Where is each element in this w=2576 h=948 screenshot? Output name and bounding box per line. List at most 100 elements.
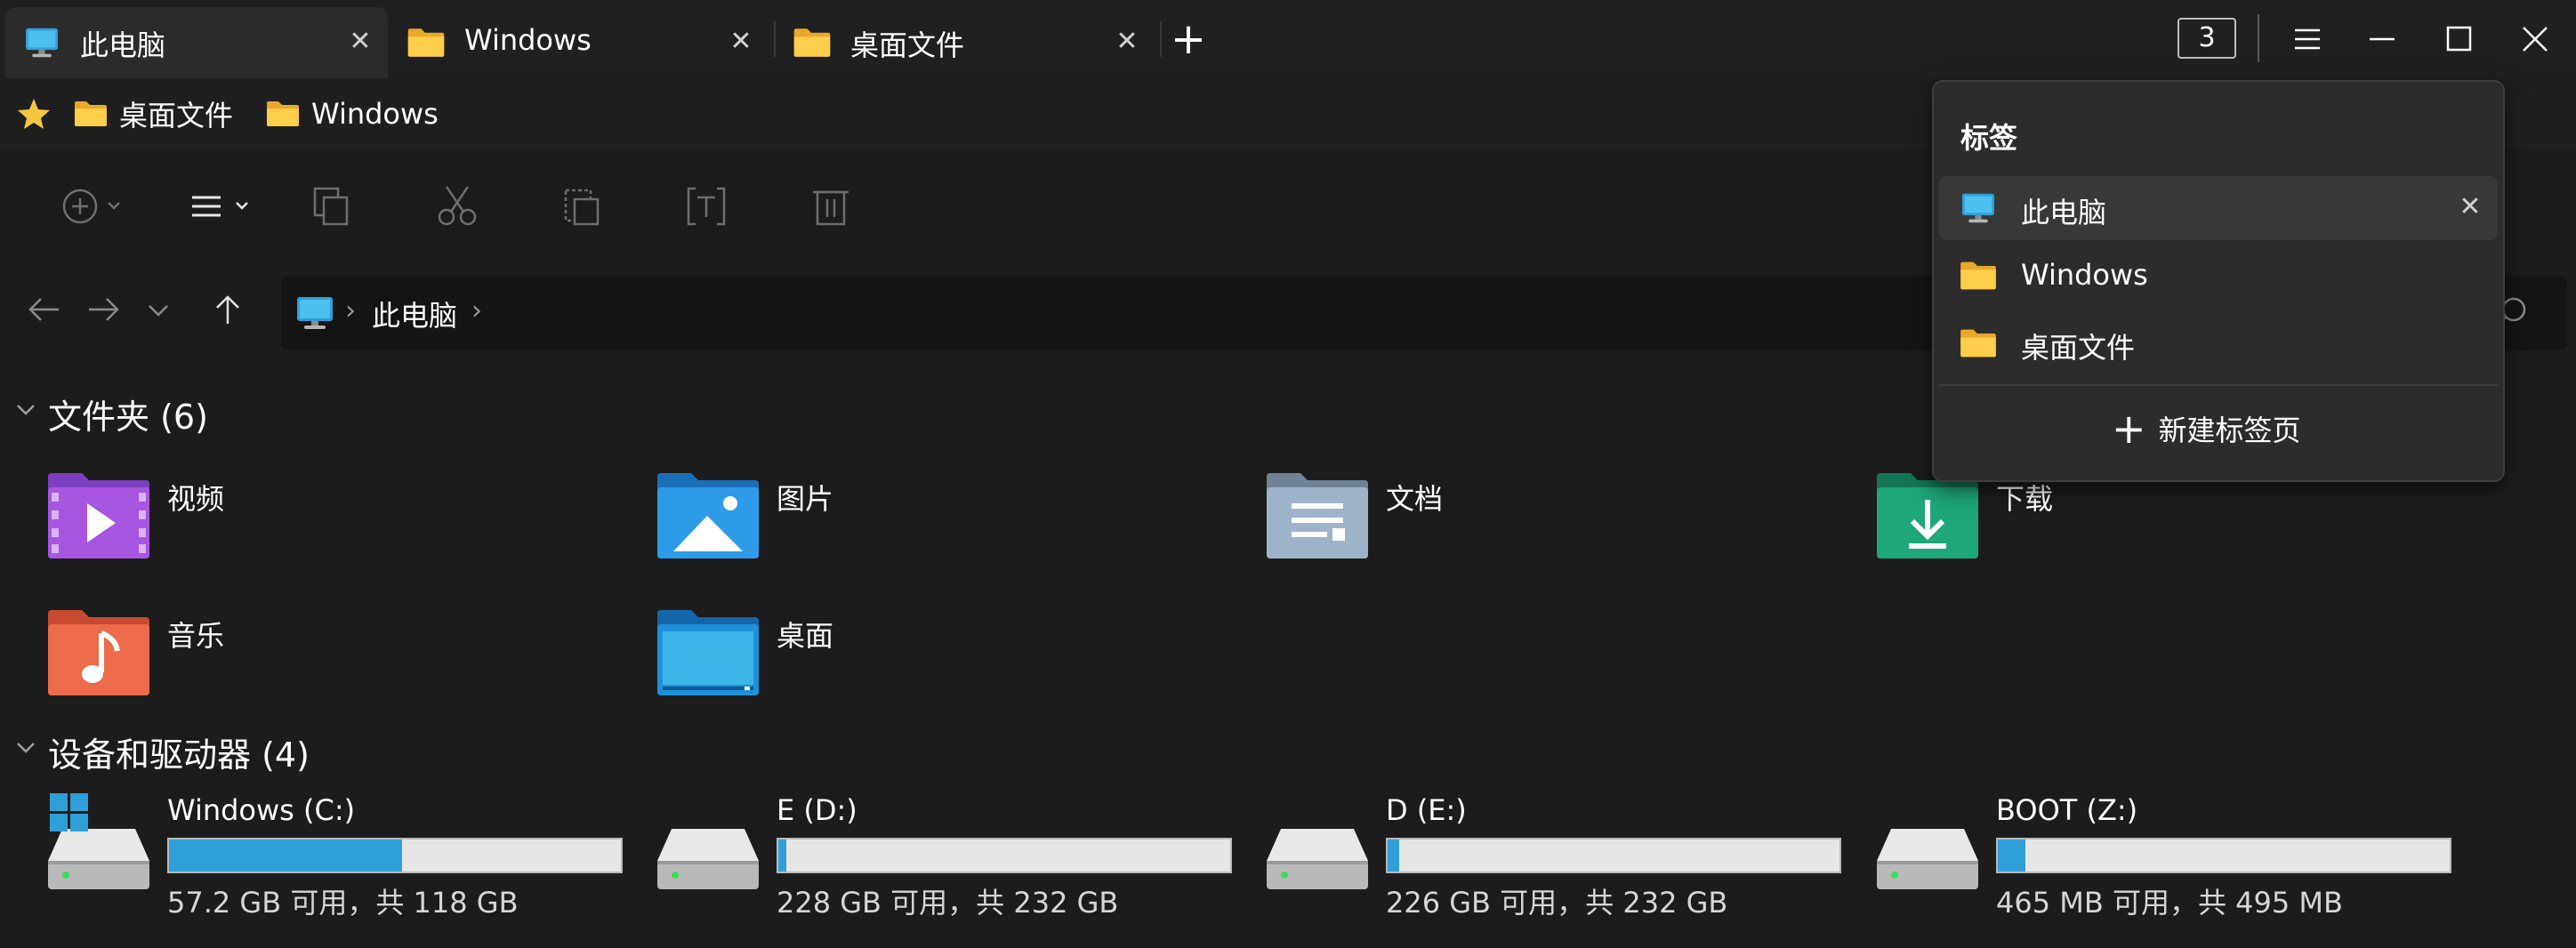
close-icon[interactable]: ✕ [1114,28,1140,55]
folder-pictures[interactable]: 图片 [656,471,1225,587]
flyout-tab-desktop-files[interactable]: 桌面文件 [1939,311,2498,375]
folder-videos[interactable]: 视频 [46,471,616,587]
tab-windows[interactable]: Windows ✕ [390,7,774,78]
drive-usage-fill [169,840,402,872]
flyout-divider [1939,384,2498,386]
close-icon[interactable]: ✕ [2457,194,2483,221]
folders-section-header[interactable]: 文件夹 (6) [0,386,356,437]
chevron-down-icon [17,405,35,415]
windows-logo-icon [50,793,88,832]
arrow-right-icon [89,298,119,321]
arrow-up-icon [216,295,239,324]
folder-name: 文档 [1386,482,1444,516]
drive-space-info: 226 GB 可用，共 232 GB [1386,886,1728,920]
new-item-button[interactable] [59,181,135,231]
breadcrumb-chevron: › [345,295,356,326]
close-icon[interactable]: ✕ [347,28,374,55]
drive-icon [48,829,149,889]
drive-usage-fill [1388,840,1399,872]
folder-desktop[interactable]: 桌面 [656,608,1225,724]
maximize-icon [2446,26,2472,52]
list-view-icon [192,196,248,217]
drive-name: E (D:) [777,793,857,827]
close-window-button[interactable] [2508,14,2562,64]
flyout-tab-windows[interactable]: Windows [1939,244,2498,308]
folder-name: 音乐 [167,619,225,653]
favorite-windows[interactable]: Windows [265,94,439,133]
folder-documents[interactable]: 文档 [1265,471,1834,587]
tab-label: 桌面文件 [850,28,965,62]
forward-button[interactable] [80,286,126,333]
tab-divider [1160,21,1162,57]
folder-downloads[interactable]: 下载 [1875,471,2444,587]
drive-tile[interactable]: BOOT (Z:) 465 MB 可用，共 495 MB [1875,793,2480,927]
drive-tile[interactable]: D (E:) 226 GB 可用，共 232 GB [1265,793,1870,927]
tab-count-button[interactable]: 3 [2178,18,2236,59]
flyout-tab-label: Windows [2021,258,2148,292]
chevron-down-icon [17,743,35,753]
drive-usage-bar [1996,838,2451,873]
star-icon [18,99,50,129]
monitor-icon [1959,192,1998,224]
drive-usage-bar [777,838,1232,873]
folder-name: 桌面 [777,619,834,653]
scissors-icon [438,186,477,226]
tab-this-pc[interactable]: 此电脑 ✕ [5,7,388,78]
desktop-folder-icon [657,610,759,695]
tab-label: 此电脑 [80,28,166,62]
folder-name: 视频 [167,482,225,516]
new-tab-button[interactable]: + [1167,18,1210,62]
downloads-folder-icon [1877,473,1978,558]
folder-name: 下载 [1996,482,2054,516]
chevron-down-icon [149,305,168,317]
folder-icon [792,27,833,59]
delete-button[interactable] [806,181,856,231]
drive-usage-bar [167,838,623,873]
documents-folder-icon [1267,473,1368,558]
paste-button[interactable] [557,181,607,231]
drive-usage-bar [1386,838,1841,873]
breadcrumb-this-pc[interactable]: 此电脑 [372,293,457,334]
menu-button[interactable] [2281,14,2334,64]
folder-music[interactable]: 音乐 [46,608,616,724]
close-icon[interactable]: ✕ [728,28,754,55]
favorite-label: 桌面文件 [119,99,234,133]
rename-icon [687,187,726,226]
drive-name: D (E:) [1386,793,1467,827]
minimize-button[interactable] [2355,14,2409,64]
drive-space-info: 465 MB 可用，共 495 MB [1996,886,2343,920]
up-button[interactable] [205,286,251,333]
drive-icon [1267,829,1368,889]
copy-button[interactable] [306,181,356,231]
drive-usage-fill [1998,840,2025,872]
folder-icon [406,27,447,59]
drives-section-header[interactable]: 设备和驱动器 (4) [0,724,445,775]
breadcrumb-chevron[interactable]: › [471,295,482,326]
plus-icon: + [2112,405,2146,453]
tab-label: Windows [464,23,592,57]
arrow-left-icon [28,298,59,321]
drive-tile[interactable]: E (D:) 228 GB 可用，共 232 GB [656,793,1260,927]
tab-desktop-files[interactable]: 桌面文件 ✕ [776,7,1160,78]
drive-tile[interactable]: Windows (C:) 57.2 GB 可用，共 118 GB [46,793,651,927]
favorite-desktop-files[interactable]: 桌面文件 [73,94,233,133]
minimize-icon [2370,37,2395,41]
drive-icon [657,829,759,889]
window-controls-divider [2258,14,2259,62]
flyout-new-tab-button[interactable]: + 新建标签页 [2112,404,2301,454]
paste-icon [564,189,600,226]
maximize-button[interactable] [2432,14,2485,64]
menu-icon [2295,28,2320,50]
flyout-tab-label: 此电脑 [2021,196,2107,229]
cut-button[interactable] [432,181,482,231]
view-options-button[interactable] [185,181,262,231]
folder-icon [1959,327,1998,359]
music-folder-icon [48,610,149,695]
drive-usage-fill [778,840,786,872]
favorite-label: Windows [311,97,439,131]
back-button[interactable] [21,286,68,333]
folder-icon [1959,260,1998,292]
recent-locations-button[interactable] [135,286,181,333]
rename-button[interactable] [681,181,731,231]
flyout-tab-this-pc[interactable]: 此电脑 ✕ [1939,176,2498,240]
